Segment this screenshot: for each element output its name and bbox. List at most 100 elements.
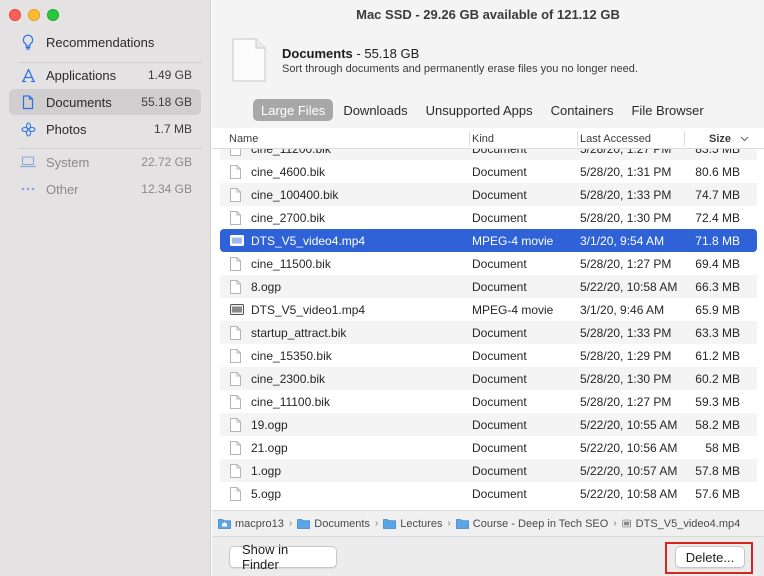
table-row[interactable]: DTS_V5_video1.mp4 MPEG-4 movie 3/1/20, 9:4… bbox=[220, 298, 757, 321]
table-row[interactable]: cine_2700.bik Document 5/28/20, 1:30 PM 72.… bbox=[220, 206, 757, 229]
sidebar-item-label: Applications bbox=[46, 67, 117, 83]
path-bar: macpro13 › Documents › Lectures › Course - Dee… bbox=[212, 510, 764, 536]
table-row[interactable]: 1.ogp Document 5/22/20, 10:57 AM 57.8 MB bbox=[220, 459, 757, 482]
minimize-window-button[interactable] bbox=[28, 9, 40, 21]
table-row[interactable]: cine_2300.bik Document 5/28/20, 1:30 PM 60.… bbox=[220, 367, 757, 390]
sidebar-item-documents[interactable]: Documents 55.18 GB bbox=[9, 89, 201, 115]
column-header-name[interactable]: Name bbox=[229, 128, 258, 149]
document-file-icon bbox=[230, 440, 241, 455]
column-divider bbox=[684, 131, 685, 146]
column-header-last-accessed[interactable]: Last Accessed bbox=[580, 128, 651, 149]
category-name: Documents bbox=[282, 46, 353, 61]
sidebar-item-size: 12.34 GB bbox=[141, 182, 192, 196]
document-file-icon bbox=[230, 187, 241, 202]
video-file-icon bbox=[622, 519, 631, 528]
table-row[interactable]: 8.ogp Document 5/22/20, 10:58 AM 66.3 MB bbox=[220, 275, 757, 298]
main-panel: Mac SSD - 29.26 GB available of 121.12 G… bbox=[212, 0, 764, 576]
file-last-accessed: 5/22/20, 10:55 AM bbox=[580, 417, 678, 432]
document-file-icon bbox=[230, 371, 241, 386]
table-row[interactable]: cine_15350.bik Document 5/28/20, 1:29 PM 61… bbox=[220, 344, 757, 367]
sidebar-item-other[interactable]: Other 12.34 GB bbox=[9, 176, 201, 202]
file-name-cell: cine_2300.bik bbox=[230, 367, 325, 390]
path-crumb[interactable]: Course - Deep in Tech SEO bbox=[455, 518, 608, 530]
column-header-size[interactable]: Size bbox=[709, 128, 731, 149]
document-file-icon bbox=[230, 348, 241, 363]
file-last-accessed: 5/22/20, 10:57 AM bbox=[580, 463, 678, 478]
table-row[interactable]: cine_100400.bik Document 5/28/20, 1:33 PM 7… bbox=[220, 183, 757, 206]
path-crumb[interactable]: Documents bbox=[297, 518, 370, 530]
path-crumb[interactable]: macpro13 bbox=[218, 518, 284, 530]
document-file-icon bbox=[230, 210, 241, 225]
document-file-icon bbox=[230, 417, 241, 432]
file-size: 61.2 MB bbox=[695, 348, 740, 363]
document-file-icon bbox=[230, 463, 241, 478]
sidebar-item-label: Documents bbox=[46, 94, 112, 110]
file-kind: Document bbox=[472, 256, 527, 271]
table-row[interactable]: startup_attract.bik Document 5/28/20, 1:33… bbox=[220, 321, 757, 344]
document-file-icon bbox=[230, 279, 241, 294]
file-name: DTS_V5_video1.mp4 bbox=[251, 302, 366, 317]
file-kind: Document bbox=[472, 486, 527, 501]
path-crumb-label: Lectures bbox=[400, 517, 443, 530]
sidebar-item-label: System bbox=[46, 154, 90, 170]
file-size: 60.2 MB bbox=[695, 371, 740, 386]
zoom-window-button[interactable] bbox=[47, 9, 59, 21]
sidebar-item-photos[interactable]: Photos 1.7 MB bbox=[9, 116, 201, 142]
table-row[interactable]: cine_11500.bik Document 5/28/20, 1:27 PM 69… bbox=[220, 252, 757, 275]
column-header-kind[interactable]: Kind bbox=[472, 128, 494, 149]
category-size: - 55.18 GB bbox=[352, 46, 420, 61]
sidebar-item-label: Photos bbox=[46, 121, 87, 137]
tab-downloads[interactable]: Downloads bbox=[335, 99, 415, 121]
file-name: cine_15350.bik bbox=[251, 348, 332, 363]
sidebar-item-system[interactable]: System 22.72 GB bbox=[9, 149, 201, 175]
file-name: cine_11100.bik bbox=[251, 394, 330, 409]
close-window-button[interactable] bbox=[9, 9, 21, 21]
file-size: 66.3 MB bbox=[695, 279, 740, 294]
ellipsis-icon bbox=[20, 181, 36, 197]
path-crumb-label: DTS_V5_video4.mp4 bbox=[635, 517, 741, 530]
file-size: 69.4 MB bbox=[695, 256, 740, 271]
path-separator-chevron-icon: › bbox=[288, 518, 293, 529]
sidebar-item-label: Other bbox=[46, 181, 79, 197]
delete-button[interactable]: Delete... bbox=[675, 546, 745, 568]
file-name: cine_100400.bik bbox=[251, 187, 339, 202]
file-name: 1.ogp bbox=[251, 463, 282, 478]
tab-file-browser[interactable]: File Browser bbox=[623, 99, 711, 121]
file-kind: Document bbox=[472, 164, 527, 179]
file-last-accessed: 5/22/20, 10:56 AM bbox=[580, 440, 678, 455]
tab-bar: Large Files Downloads Unsupported Apps C… bbox=[253, 98, 714, 122]
path-crumb[interactable]: DTS_V5_video4.mp4 bbox=[622, 517, 741, 530]
show-in-finder-button[interactable]: Show in Finder bbox=[229, 542, 337, 572]
tab-unsupported-apps[interactable]: Unsupported Apps bbox=[418, 99, 541, 121]
file-size: 80.6 MB bbox=[695, 164, 740, 179]
sort-chevron-down-icon[interactable] bbox=[740, 128, 749, 149]
file-name: cine_2300.bik bbox=[251, 371, 326, 386]
file-kind: Document bbox=[472, 394, 527, 409]
file-size: 57.6 MB bbox=[695, 486, 740, 501]
file-name-cell: DTS_V5_video1.mp4 bbox=[230, 298, 365, 321]
table-row-selected[interactable]: DTS_V5_video4.mp4 MPEG-4 movie 3/1/20, 9:5… bbox=[220, 229, 757, 252]
file-last-accessed: 5/22/20, 10:58 AM bbox=[580, 486, 678, 501]
path-crumb[interactable]: Lectures bbox=[383, 518, 442, 530]
table-row[interactable]: cine_11100.bik Document 5/28/20, 1:27 PM 59… bbox=[220, 390, 757, 413]
tab-containers[interactable]: Containers bbox=[543, 99, 622, 121]
table-row[interactable]: 21.ogp Document 5/22/20, 10:56 AM 58 MB bbox=[220, 436, 757, 459]
sidebar: Recommendations Applications 1.49 GB Doc… bbox=[0, 0, 211, 576]
file-name-cell: cine_15350.bik bbox=[230, 344, 332, 367]
file-name-cell: cine_4600.bik bbox=[230, 160, 325, 183]
video-file-icon bbox=[230, 235, 244, 246]
sidebar-item-recommendations[interactable]: Recommendations bbox=[9, 29, 201, 55]
window-title: Mac SSD - 29.26 GB available of 121.12 G… bbox=[356, 6, 620, 22]
table-row[interactable]: 19.ogp Document 5/22/20, 10:55 AM 58.2 MB bbox=[220, 413, 757, 436]
file-last-accessed: 5/28/20, 1:30 PM bbox=[580, 371, 672, 386]
file-name: startup_attract.bik bbox=[251, 325, 347, 340]
table-row[interactable]: cine_4600.bik Document 5/28/20, 1:31 PM 80.… bbox=[220, 160, 757, 183]
files-table: cine_11200.bikDocument5/28/20, 1:27 PM83… bbox=[212, 128, 764, 510]
tab-large-files[interactable]: Large Files bbox=[253, 99, 334, 121]
column-divider bbox=[469, 131, 470, 146]
table-row[interactable]: 5.ogp Document 5/22/20, 10:58 AM 57.6 MB bbox=[220, 482, 757, 505]
file-name: cine_4600.bik bbox=[251, 164, 326, 179]
sidebar-item-applications[interactable]: Applications 1.49 GB bbox=[9, 62, 201, 88]
category-description: Sort through documents and permanently e… bbox=[282, 63, 638, 75]
file-size: 58 MB bbox=[705, 440, 740, 455]
